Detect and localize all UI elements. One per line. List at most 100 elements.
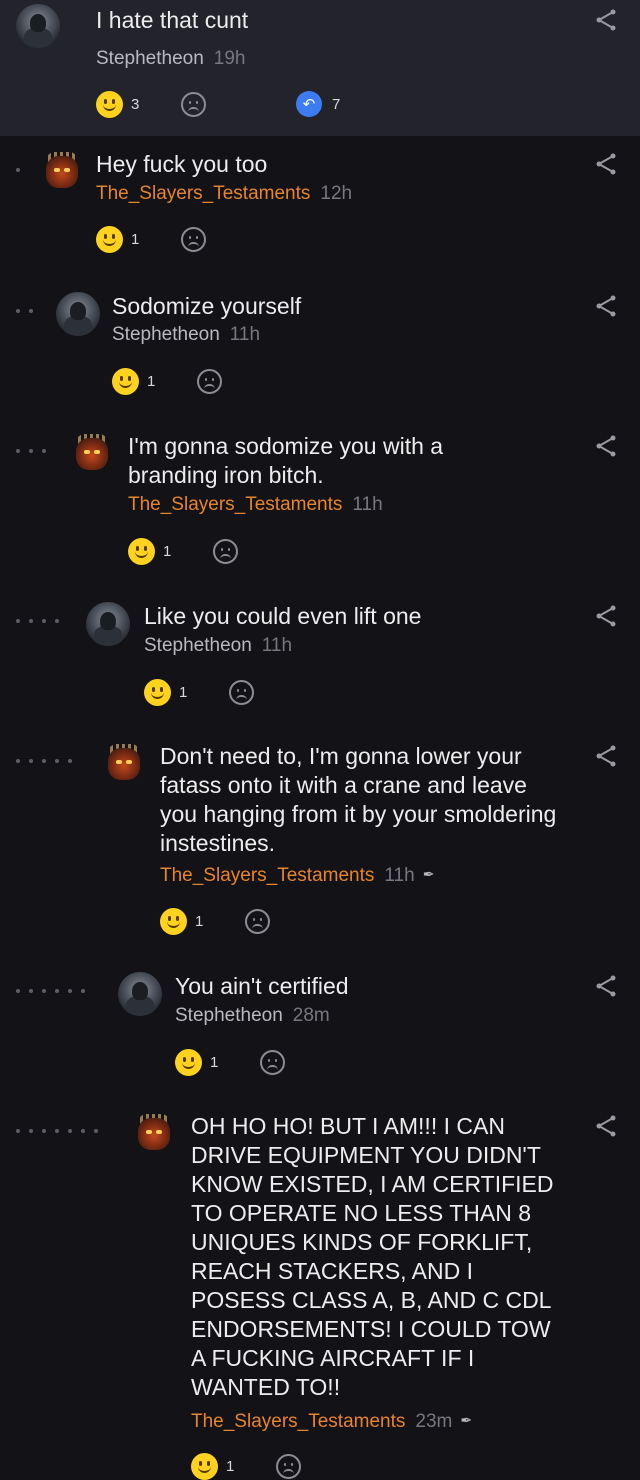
- comment-text: Sodomize yourself: [112, 293, 302, 319]
- smile-reaction-icon[interactable]: [191, 1452, 218, 1480]
- thread-depth-dots: [16, 309, 33, 313]
- thread-depth-dots: [16, 619, 59, 623]
- smile-count: 1: [210, 1053, 219, 1071]
- comment-meta: Stephetheon 28m: [175, 1004, 330, 1028]
- reaction-bar: 1: [144, 678, 254, 706]
- timestamp: 19h: [213, 48, 246, 69]
- avatar[interactable]: [16, 4, 60, 48]
- smile-count: 1: [226, 1457, 235, 1475]
- comment-meta: The_Slayers_Testaments 23m ✒: [191, 1408, 472, 1434]
- edited-pencil-icon: ✒: [422, 866, 435, 882]
- avatar[interactable]: [86, 602, 130, 646]
- comment-text: You ain't certified: [175, 973, 349, 999]
- smile-reaction-icon[interactable]: [96, 90, 123, 118]
- share-icon[interactable]: [594, 1114, 618, 1138]
- avatar[interactable]: [40, 150, 84, 194]
- sad-reaction-icon[interactable]: [197, 368, 222, 394]
- comment-reply-depth-2: Sodomize yourself Stephetheon 11h 1: [0, 292, 640, 402]
- smile-count: 1: [179, 683, 188, 701]
- comment-text: Hey fuck you too: [96, 151, 268, 177]
- share-icon[interactable]: [594, 604, 618, 628]
- smile-count: 1: [163, 542, 172, 560]
- share-icon[interactable]: [594, 8, 618, 32]
- thread-depth-dots: [16, 989, 85, 993]
- comment-meta: The_Slayers_Testaments 11h: [128, 493, 383, 517]
- avatar[interactable]: [70, 432, 114, 476]
- share-icon[interactable]: [594, 434, 618, 458]
- comment-text: I'm gonna sodomize you with a branding i…: [128, 433, 444, 488]
- comment-reply-depth-4: Like you could even lift one Stephetheon…: [0, 602, 640, 712]
- sad-reaction-icon[interactable]: [213, 538, 238, 564]
- comment-meta: Stephetheon 11h: [112, 323, 260, 347]
- reaction-bar: 1: [128, 537, 238, 565]
- author-name[interactable]: The_Slayers_Testaments: [191, 1411, 405, 1432]
- sad-reaction-icon[interactable]: [276, 1453, 301, 1479]
- comment-text: I hate that cunt: [96, 7, 249, 33]
- sad-reaction-icon[interactable]: [181, 226, 206, 252]
- author-name[interactable]: Stephetheon: [175, 1005, 283, 1026]
- thread-depth-dots: [16, 759, 72, 763]
- smile-count: 1: [195, 912, 204, 930]
- reaction-bar: 3 ↶ 7: [96, 90, 340, 118]
- reaction-bar: 1: [191, 1452, 301, 1480]
- comment-text: Like you could even lift one: [144, 603, 422, 629]
- smile-count: 1: [131, 230, 140, 248]
- comment-root: I hate that cunt Stephetheon 19h 3 ↶ 7: [0, 0, 640, 136]
- comment-thread: I hate that cunt Stephetheon 19h 3 ↶ 7 He…: [0, 0, 640, 1480]
- comment-reply-depth-1: Hey fuck you too The_Slayers_Testaments 1…: [0, 150, 640, 260]
- sad-reaction-icon[interactable]: [245, 908, 270, 934]
- timestamp: 11h: [229, 324, 261, 345]
- reaction-bar: 1: [175, 1048, 285, 1076]
- comment-text: Don't need to, I'm gonna lower your fata…: [160, 743, 557, 856]
- author-name[interactable]: The_Slayers_Testaments: [128, 494, 342, 515]
- timestamp: 28m: [292, 1005, 330, 1026]
- author-name[interactable]: The_Slayers_Testaments: [160, 865, 374, 886]
- smile-reaction-icon[interactable]: [175, 1048, 202, 1076]
- comment-meta: The_Slayers_Testaments 12h: [96, 182, 352, 206]
- avatar[interactable]: [102, 742, 146, 786]
- reaction-bar: 1: [96, 225, 206, 253]
- share-icon[interactable]: [594, 152, 618, 176]
- smile-count: 3: [131, 95, 140, 113]
- thread-depth-dots: [16, 1129, 98, 1133]
- timestamp: 11h: [261, 635, 293, 656]
- timestamp: 11h: [384, 865, 415, 886]
- author-name[interactable]: The_Slayers_Testaments: [96, 183, 310, 204]
- timestamp: 12h: [320, 183, 353, 204]
- smile-reaction-icon[interactable]: [96, 225, 123, 253]
- share-icon[interactable]: [594, 294, 618, 318]
- thread-depth-dots: [16, 449, 46, 453]
- comment-meta: Stephetheon 19h: [96, 47, 245, 71]
- author-name[interactable]: Stephetheon: [96, 48, 204, 69]
- sad-reaction-icon[interactable]: [260, 1049, 285, 1075]
- sad-reaction-icon[interactable]: [181, 91, 206, 117]
- avatar[interactable]: [56, 292, 100, 336]
- avatar[interactable]: [118, 972, 162, 1016]
- reply-count-icon[interactable]: ↶: [296, 91, 322, 117]
- timestamp: 11h: [352, 494, 383, 515]
- comment-meta: Stephetheon 11h: [144, 634, 292, 658]
- edited-pencil-icon: ✒: [460, 1412, 473, 1428]
- comment-meta: The_Slayers_Testaments 11h ✒: [160, 862, 434, 888]
- share-icon[interactable]: [594, 744, 618, 768]
- comment-reply-depth-7: OH HO HO! BUT I AM!!! I CAN DRIVE EQUIPM…: [0, 1112, 640, 1480]
- sad-reaction-icon[interactable]: [229, 679, 254, 705]
- comment-reply-depth-5: Don't need to, I'm gonna lower your fata…: [0, 742, 640, 942]
- author-name[interactable]: Stephetheon: [112, 324, 220, 345]
- comment-text: OH HO HO! BUT I AM!!! I CAN DRIVE EQUIPM…: [191, 1113, 554, 1400]
- smile-reaction-icon[interactable]: [160, 907, 187, 935]
- share-icon[interactable]: [594, 974, 618, 998]
- smile-reaction-icon[interactable]: [144, 678, 171, 706]
- avatar[interactable]: [132, 1112, 176, 1156]
- smile-reaction-icon[interactable]: [128, 537, 155, 565]
- comment-reply-depth-3: I'm gonna sodomize you with a branding i…: [0, 432, 640, 572]
- comment-reply-depth-6: You ain't certified Stephetheon 28m 1: [0, 972, 640, 1082]
- timestamp: 23m: [415, 1411, 453, 1432]
- author-name[interactable]: Stephetheon: [144, 635, 252, 656]
- smile-reaction-icon[interactable]: [112, 367, 139, 395]
- reaction-bar: 1: [112, 367, 222, 395]
- smile-count: 1: [147, 372, 156, 390]
- reply-count: 7: [332, 95, 341, 113]
- thread-depth-dots: [16, 168, 20, 172]
- reaction-bar: 1: [160, 907, 270, 935]
